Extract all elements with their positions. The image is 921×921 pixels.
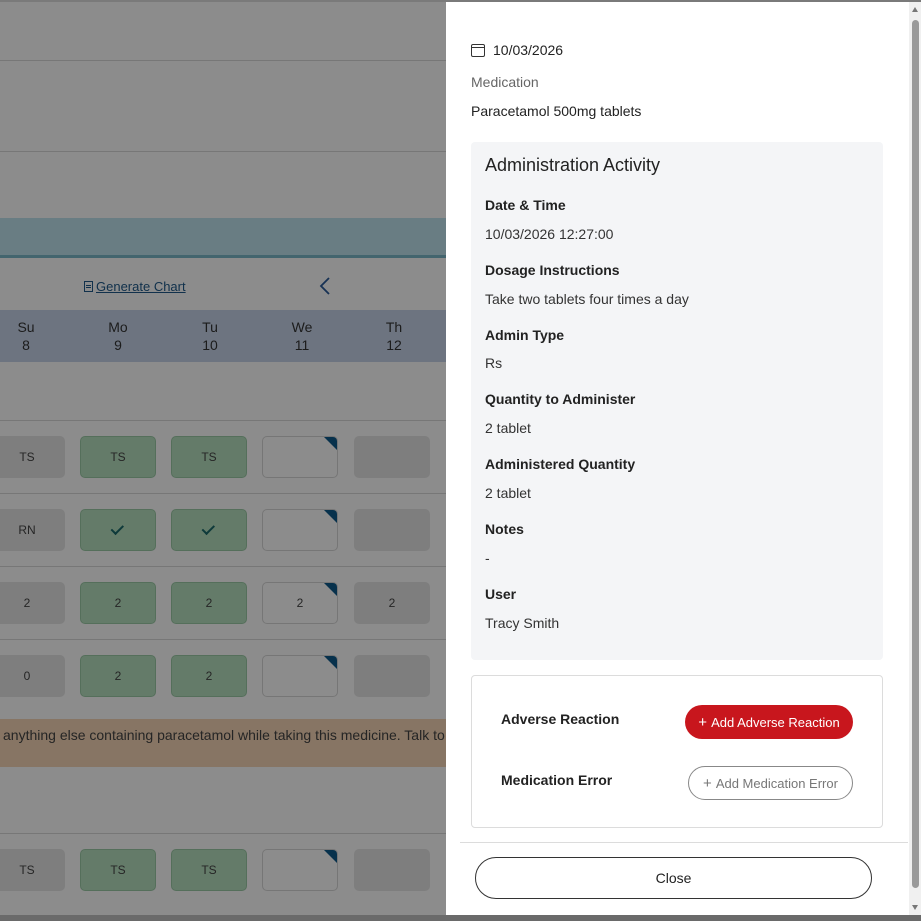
field-value: Rs <box>485 355 503 371</box>
field-label: Date & Time <box>485 197 566 213</box>
date-value: 10/03/2026 <box>493 42 564 58</box>
actions-card: Adverse Reaction + Add Adverse Reaction … <box>471 675 883 828</box>
field-value: 10/03/2026 12:27:00 <box>485 226 614 242</box>
administration-activity-card: Administration Activity Date & Time 10/0… <box>471 142 883 660</box>
add-medication-error-button[interactable]: + Add Medication Error <box>688 766 853 800</box>
field-label: Quantity to Administer <box>485 391 636 407</box>
calendar-icon <box>471 43 485 57</box>
add-adverse-reaction-button[interactable]: + Add Adverse Reaction <box>685 705 853 739</box>
date-row: 10/03/2026 <box>471 42 563 58</box>
scroll-thumb[interactable] <box>912 20 919 888</box>
modal-backdrop[interactable] <box>0 0 446 921</box>
field-value: - <box>485 550 490 566</box>
field-value: Take two tablets four times a day <box>485 291 689 307</box>
field-label: Notes <box>485 521 524 537</box>
scroll-down-icon[interactable] <box>912 905 918 910</box>
close-button[interactable]: Close <box>475 857 872 899</box>
footer-divider <box>460 842 908 843</box>
field-label: Administered Quantity <box>485 456 636 472</box>
adverse-reaction-label: Adverse Reaction <box>501 711 620 727</box>
field-value: 2 tablet <box>485 420 531 436</box>
plus-icon: + <box>698 713 708 731</box>
field-value: 2 tablet <box>485 485 531 501</box>
window-frame <box>0 915 921 921</box>
scrollbar[interactable] <box>909 2 921 915</box>
field-label: User <box>485 586 517 602</box>
scroll-up-icon[interactable] <box>912 7 918 12</box>
field-label: Dosage Instructions <box>485 262 620 278</box>
medication-label: Medication <box>471 74 539 90</box>
medication-error-label: Medication Error <box>501 772 613 788</box>
plus-icon: + <box>703 774 712 792</box>
field-label: Admin Type <box>485 327 565 343</box>
administration-drawer: 10/03/2026 Medication Paracetamol 500mg … <box>446 2 921 915</box>
medication-name: Paracetamol 500mg tablets <box>471 103 642 119</box>
card-title: Administration Activity <box>485 155 661 175</box>
field-value: Tracy Smith <box>485 615 560 631</box>
